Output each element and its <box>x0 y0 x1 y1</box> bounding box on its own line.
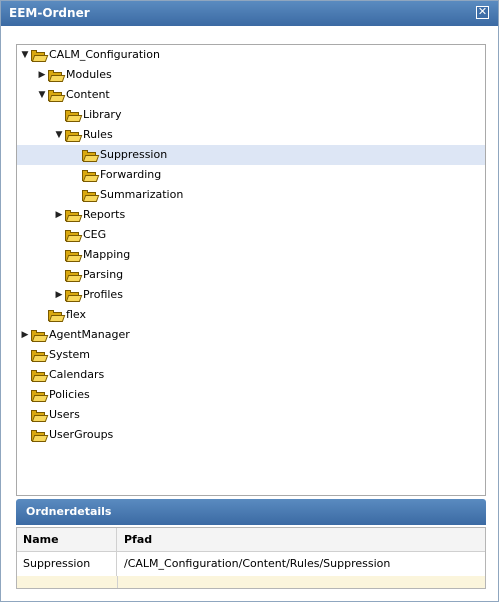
folder-icon <box>65 270 83 282</box>
tree-item-summarization[interactable]: Summarization <box>17 185 485 205</box>
folder-icon <box>31 430 49 442</box>
folder-icon <box>65 250 83 262</box>
tree-item-label: Rules <box>83 128 113 141</box>
tree-item-label: Forwarding <box>100 168 162 181</box>
tree-item-usergroups[interactable]: UserGroups <box>17 425 485 445</box>
cell-path: /CALM_Configuration/Content/Rules/Suppre… <box>124 557 391 570</box>
collapsed-arrow-icon[interactable]: ▶ <box>54 285 64 305</box>
tree-item-label: Content <box>66 88 110 101</box>
collapsed-arrow-icon[interactable]: ▶ <box>37 65 47 85</box>
folder-icon <box>48 70 66 82</box>
collapsed-arrow-icon[interactable]: ▶ <box>20 325 30 345</box>
tree-item-agentmanager[interactable]: ▶ AgentManager <box>17 325 485 345</box>
tree-item-profiles[interactable]: ▶ Profiles <box>17 285 485 305</box>
tree-item-label: AgentManager <box>49 328 130 341</box>
tree-item-label: Parsing <box>83 268 124 281</box>
folder-icon <box>65 290 83 302</box>
column-divider <box>117 576 118 588</box>
folder-icon <box>65 110 83 122</box>
table-header-row: Name Pfad <box>17 528 485 552</box>
table-row[interactable]: Suppression /CALM_Configuration/Content/… <box>17 552 485 576</box>
folder-icon <box>31 370 49 382</box>
tree-item-label: Reports <box>83 208 126 221</box>
close-icon[interactable]: ✕ <box>476 6 489 19</box>
tree-item-label: Mapping <box>83 248 131 261</box>
folder-icon <box>82 170 100 182</box>
tree-item-content[interactable]: ▼ Content <box>17 85 485 105</box>
tree-item-library[interactable]: Library <box>17 105 485 125</box>
tree-item-label: Summarization <box>100 188 184 201</box>
tree-item-label: Profiles <box>83 288 123 301</box>
folder-icon <box>82 190 100 202</box>
column-header-path[interactable]: Pfad <box>118 528 485 552</box>
tree-item-parsing[interactable]: Parsing <box>17 265 485 285</box>
table-empty-row <box>17 576 485 588</box>
tree-item-calm-configuration[interactable]: ▼ CALM_Configuration <box>17 45 485 65</box>
folder-icon <box>82 150 100 162</box>
folder-tree: ▼ CALM_Configuration ▶ Modules ▼ Content… <box>16 44 486 496</box>
tree-item-rules[interactable]: ▼ Rules <box>17 125 485 145</box>
column-header-name[interactable]: Name <box>17 528 117 552</box>
expanded-arrow-icon[interactable]: ▼ <box>37 85 47 105</box>
tree-item-policies[interactable]: Policies <box>17 385 485 405</box>
tree-item-label: CEG <box>83 228 107 241</box>
tree-item-label: Users <box>49 408 80 421</box>
tree-item-label: Calendars <box>49 368 105 381</box>
tree-item-ceg[interactable]: CEG <box>17 225 485 245</box>
tree-item-forwarding[interactable]: Forwarding <box>17 165 485 185</box>
tree-item-mapping[interactable]: Mapping <box>17 245 485 265</box>
eem-folder-dialog: EEM-Ordner ✕ ▼ CALM_Configuration ▶ Modu… <box>0 0 499 602</box>
tree-item-flex[interactable]: flex <box>17 305 485 325</box>
tree-item-label: System <box>49 348 91 361</box>
tree-item-suppression[interactable]: Suppression <box>17 145 485 165</box>
tree-item-label: Suppression <box>100 148 168 161</box>
folder-details-header: Ordnerdetails <box>16 499 486 525</box>
folder-icon <box>65 230 83 242</box>
collapsed-arrow-icon[interactable]: ▶ <box>54 205 64 225</box>
tree-item-label: Policies <box>49 388 90 401</box>
expanded-arrow-icon[interactable]: ▼ <box>54 125 64 145</box>
folder-open-icon <box>48 90 66 102</box>
folder-details-table: Name Pfad Suppression /CALM_Configuratio… <box>16 527 486 589</box>
dialog-title: EEM-Ordner <box>9 6 90 20</box>
tree-item-label: Modules <box>66 68 112 81</box>
folder-icon <box>31 330 49 342</box>
tree-item-users[interactable]: Users <box>17 405 485 425</box>
tree-item-system[interactable]: System <box>17 345 485 365</box>
cell-name: Suppression <box>17 552 117 576</box>
folder-icon <box>31 350 49 362</box>
folder-icon <box>31 410 49 422</box>
dialog-titlebar: EEM-Ordner ✕ <box>1 1 498 26</box>
folder-icon <box>31 390 49 402</box>
tree-item-modules[interactable]: ▶ Modules <box>17 65 485 85</box>
tree-item-label: flex <box>66 308 87 321</box>
folder-open-icon <box>65 130 83 142</box>
folder-icon <box>48 310 66 322</box>
tree-item-calendars[interactable]: Calendars <box>17 365 485 385</box>
tree-item-label: CALM_Configuration <box>49 48 160 61</box>
tree-item-label: UserGroups <box>49 428 114 441</box>
folder-open-icon <box>31 50 49 62</box>
tree-item-label: Library <box>83 108 122 121</box>
expanded-arrow-icon[interactable]: ▼ <box>20 45 30 65</box>
tree-item-reports[interactable]: ▶ Reports <box>17 205 485 225</box>
folder-icon <box>65 210 83 222</box>
